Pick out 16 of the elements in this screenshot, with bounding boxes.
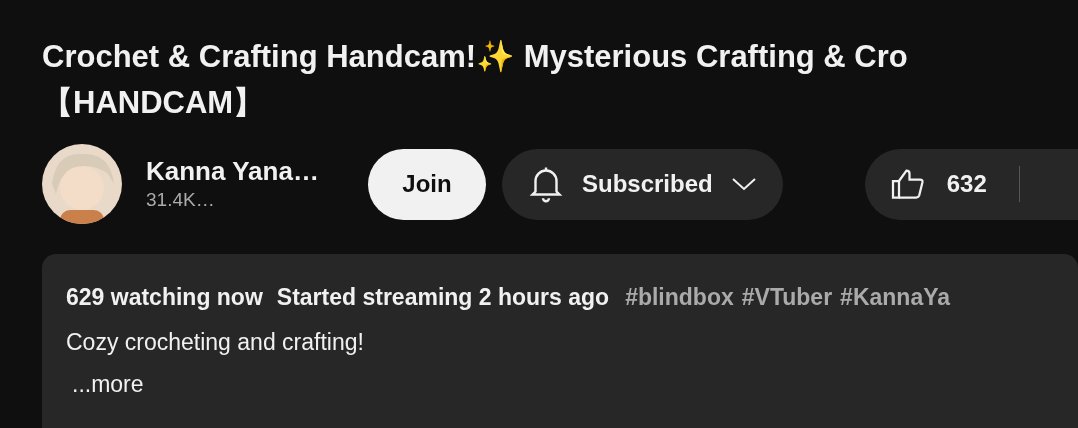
- subscriber-count: 31.4K…: [146, 188, 215, 212]
- subscribe-button[interactable]: Subscribed: [502, 148, 783, 220]
- hashtag-link[interactable]: #VTuber: [741, 280, 833, 315]
- description-text: Cozy crocheting and crafting!: [66, 327, 364, 357]
- stream-stat: Started streaming 2 hours ago: [276, 283, 610, 312]
- channel-name[interactable]: Kanna Yana…: [146, 155, 319, 187]
- more-link[interactable]: ...more: [72, 367, 144, 402]
- like-button[interactable]: 632: [888, 166, 1020, 202]
- hashtag-link[interactable]: #blindbox: [625, 280, 734, 315]
- hashtag-link[interactable]: #KannaYa: [840, 280, 951, 315]
- chevron-down-icon: [730, 176, 757, 192]
- description-panel[interactable]: 629 watching now Started streaming 2 hours ago #blindbox #VTuber #KannaYa Cozy crocheting and crafting! ...more: [42, 254, 1078, 428]
- video-title: 【HANDCAM】: [42, 84, 265, 122]
- join-button[interactable]: Join: [368, 148, 486, 220]
- stream-stat: 629 watching now: [66, 283, 263, 312]
- video-title: Crochet & Crafting Handcam!✨ Mysterious Crafting & Cro: [42, 38, 908, 76]
